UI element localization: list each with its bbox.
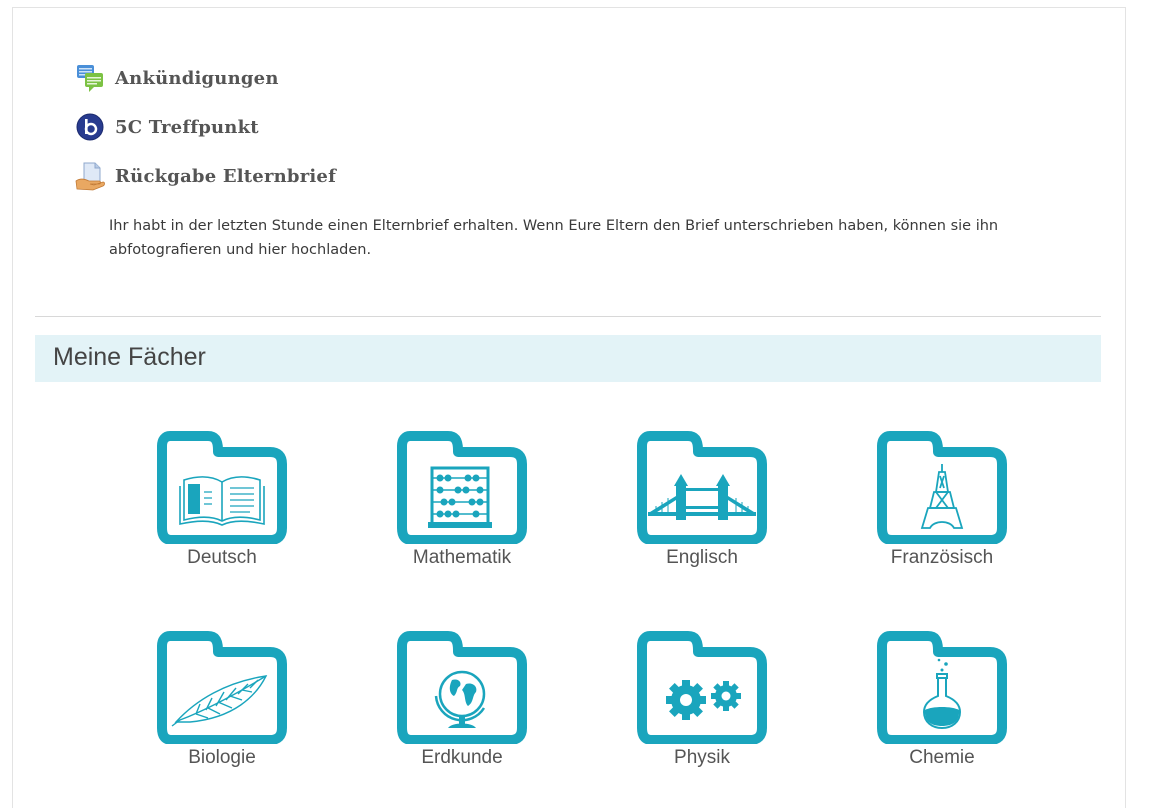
tower-bridge-icon [637, 431, 767, 544]
activity-bigbluebutton[interactable]: 5C Treffpunkt [75, 112, 259, 142]
course-content-panel: Ankündigungen 5C Treffpunkt Rückgabe Elt… [12, 7, 1126, 808]
section-header: Meine Fächer [35, 335, 1101, 382]
forum-icon [77, 65, 103, 92]
flask-icon [877, 631, 1007, 744]
activity-title[interactable]: 5C Treffpunkt [115, 117, 259, 138]
activity-forum[interactable]: Ankündigungen [75, 63, 279, 93]
subject-biologie[interactable]: Biologie [122, 630, 322, 769]
activity-assignment[interactable]: Rückgabe Elternbrief [75, 161, 336, 191]
subject-label[interactable]: Englisch [602, 547, 802, 569]
subject-label[interactable]: Erdkunde [362, 747, 562, 769]
subject-franzoesisch[interactable]: Französisch [842, 430, 1042, 569]
subject-deutsch[interactable]: Deutsch [122, 430, 322, 569]
section-divider [35, 316, 1101, 317]
assignment-description: Ihr habt in der letzten Stunde einen Elt… [109, 218, 999, 258]
subject-mathematik[interactable]: Mathematik [362, 430, 562, 569]
subject-label[interactable]: Chemie [842, 747, 1042, 769]
subject-label[interactable]: Mathematik [362, 547, 562, 569]
subject-erdkunde[interactable]: Erdkunde [362, 630, 562, 769]
leaf-icon [157, 631, 287, 744]
subject-physik[interactable]: Physik [602, 630, 802, 769]
assignment-icon [75, 162, 105, 191]
abacus-icon [397, 431, 527, 544]
subject-chemie[interactable]: Chemie [842, 630, 1042, 769]
section-title: Meine Fächer [53, 343, 206, 371]
subject-label[interactable]: Biologie [122, 747, 322, 769]
subject-label[interactable]: Französisch [842, 547, 1042, 569]
activity-title[interactable]: Rückgabe Elternbrief [115, 166, 336, 187]
subject-label[interactable]: Deutsch [122, 547, 322, 569]
subject-englisch[interactable]: Englisch [602, 430, 802, 569]
eiffel-tower-icon [877, 431, 1007, 544]
subject-label[interactable]: Physik [602, 747, 802, 769]
globe-icon [397, 631, 527, 744]
book-icon [157, 431, 287, 544]
gears-icon [637, 631, 767, 744]
bigbluebutton-icon [76, 113, 104, 141]
activity-title[interactable]: Ankündigungen [115, 68, 279, 89]
